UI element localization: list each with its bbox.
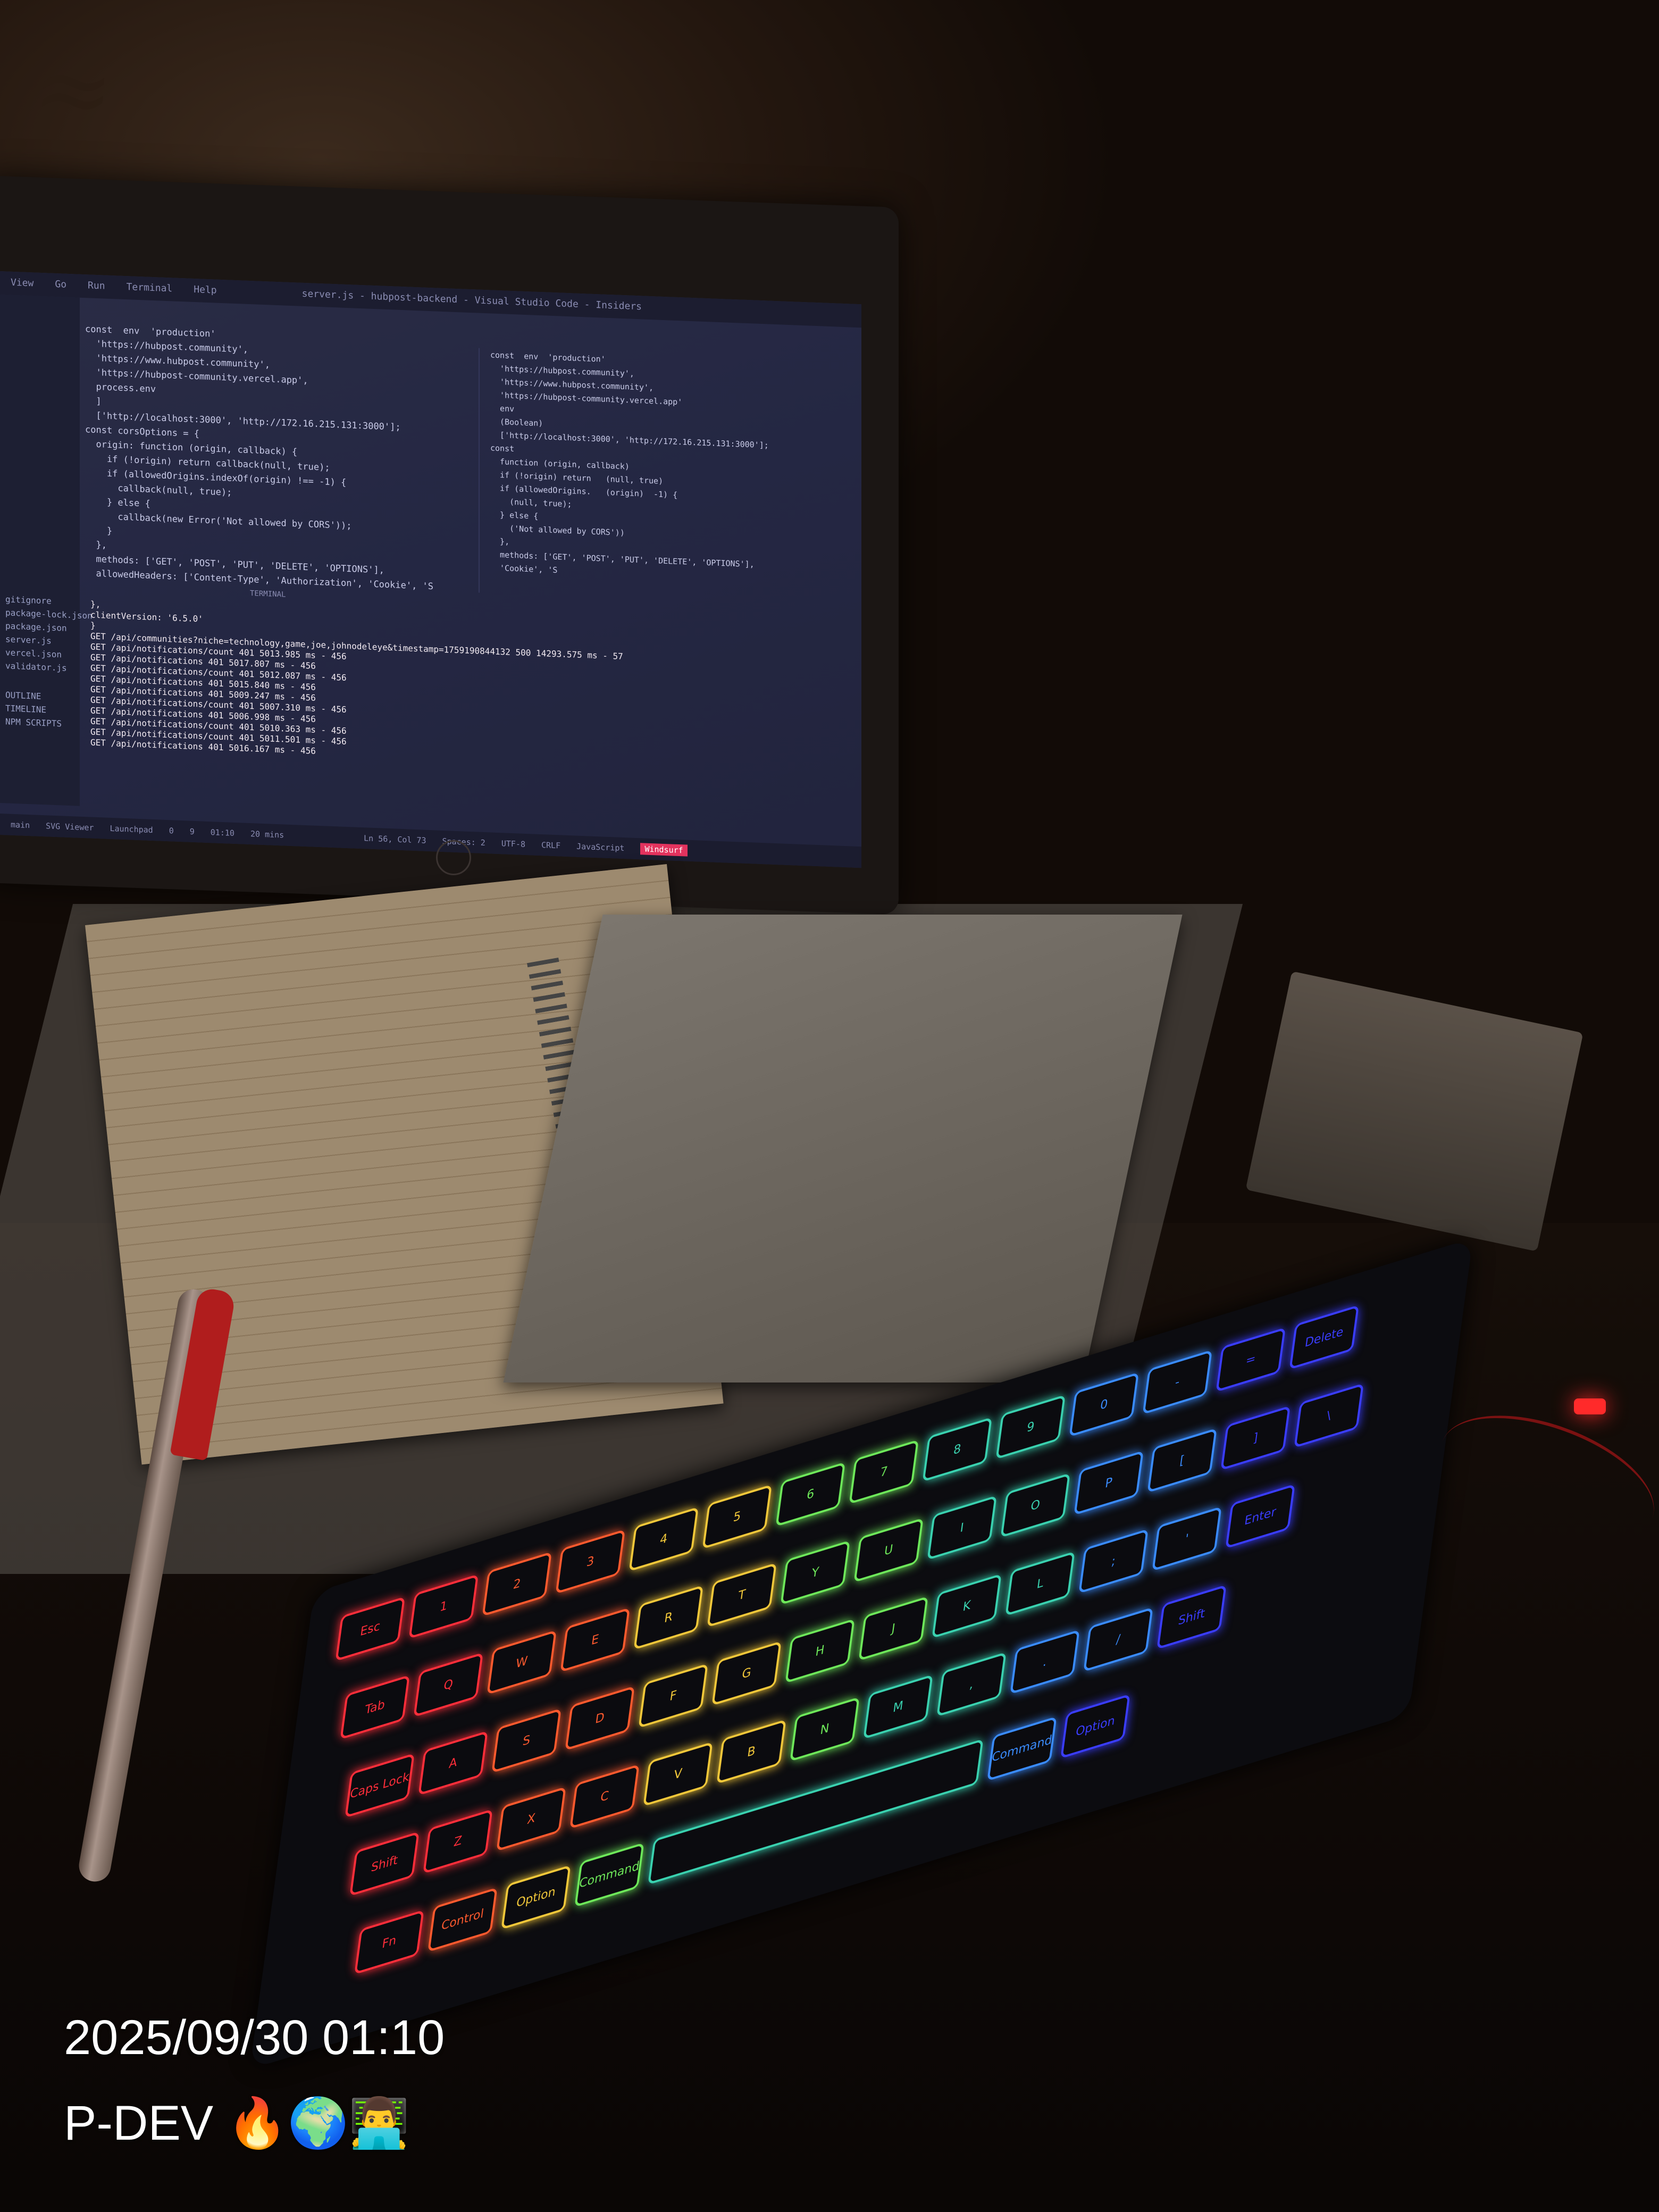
hp-logo xyxy=(436,840,471,875)
laptop-screen: View Go Run Terminal Help server.js - hu… xyxy=(0,271,861,868)
keyboard-key[interactable]: \ xyxy=(1294,1383,1364,1448)
keyboard-key[interactable]: / xyxy=(1083,1607,1153,1672)
keyboard-key[interactable]: 3 xyxy=(555,1529,626,1594)
keyboard-key[interactable]: Shift xyxy=(349,1831,420,1897)
keyboard-key[interactable]: D xyxy=(565,1686,635,1751)
keyboard-key[interactable]: 5 xyxy=(702,1484,773,1549)
keyboard-key[interactable]: O xyxy=(1000,1472,1070,1538)
editor-pane-right: const env 'production' 'https://hubpost.… xyxy=(479,348,836,607)
keyboard-key[interactable]: G xyxy=(711,1640,782,1706)
keyboard-key[interactable]: K xyxy=(932,1573,1002,1639)
keyboard-key[interactable]: 8 xyxy=(922,1417,993,1482)
keyboard-key[interactable]: I xyxy=(927,1495,997,1561)
menu-item[interactable]: Terminal xyxy=(127,281,173,296)
keyboard-key[interactable]: N xyxy=(790,1696,860,1762)
keyboard-key[interactable]: L xyxy=(1005,1551,1075,1616)
keyboard-key[interactable]: Command xyxy=(987,1716,1057,1781)
keyboard-key[interactable]: E xyxy=(560,1607,630,1673)
status-item[interactable]: 20 mins xyxy=(250,829,284,840)
status-item[interactable]: CRLF xyxy=(541,840,560,850)
keyboard-key[interactable]: S xyxy=(491,1708,562,1773)
status-item[interactable]: main xyxy=(11,820,30,830)
menu-item[interactable]: View xyxy=(11,277,33,291)
keyboard-key[interactable]: ' xyxy=(1152,1506,1222,1571)
keyboard-key[interactable]: B xyxy=(716,1719,786,1784)
terminal-label[interactable]: TERMINAL xyxy=(250,586,286,602)
keyboard-key[interactable]: J xyxy=(858,1596,928,1661)
keyboard-key[interactable]: R xyxy=(633,1585,703,1650)
keyboard-key[interactable]: A xyxy=(418,1730,488,1796)
keyboard-key[interactable]: 1 xyxy=(408,1574,479,1639)
keyboard-key[interactable]: Shift xyxy=(1157,1585,1227,1650)
notebook-blank-page xyxy=(503,915,1183,1382)
keyboard-key[interactable]: = xyxy=(1216,1327,1286,1393)
terminal-output: }, clientVersion: '6.5.0'} GET /api/commun… xyxy=(90,599,808,818)
photo-caption: P-DEV 🔥🌍👨‍💻 xyxy=(64,2096,410,2150)
keyboard-key[interactable]: Caps Lock xyxy=(345,1753,415,1819)
keyboard-key[interactable]: 6 xyxy=(775,1462,846,1527)
keyboard-key[interactable]: Fn xyxy=(354,1909,424,1975)
file-explorer: gitignore package-lock.json package.json se… xyxy=(0,295,93,806)
keyboard-key[interactable]: - xyxy=(1142,1350,1212,1415)
keyboard-key[interactable]: ; xyxy=(1078,1528,1149,1594)
keyboard-key[interactable]: Option xyxy=(1060,1694,1130,1759)
photo-timestamp: 2025/09/30 01:10 xyxy=(64,2010,445,2065)
keyboard-key[interactable]: 2 xyxy=(482,1551,552,1617)
status-item[interactable]: Ln 56, Col 73 xyxy=(364,833,426,845)
keyboard-key[interactable]: Esc xyxy=(335,1596,406,1662)
menu-item[interactable]: Run xyxy=(88,280,105,293)
keyboard-key[interactable]: , xyxy=(936,1652,1007,1717)
keyboard-key[interactable]: ] xyxy=(1220,1405,1291,1471)
keyboard-key[interactable]: P xyxy=(1074,1450,1144,1515)
photo-scene: ≈ View Go Run Terminal Help server.js - … xyxy=(0,0,1659,2212)
red-led xyxy=(1574,1398,1606,1414)
keyboard-key[interactable]: T xyxy=(707,1562,777,1628)
keyboard-key[interactable]: Control xyxy=(428,1887,498,1953)
keyboard-key[interactable]: . xyxy=(1010,1629,1080,1695)
keyboard-key[interactable]: Command xyxy=(574,1842,644,1908)
keyboard-key[interactable]: X xyxy=(496,1786,566,1851)
status-item[interactable]: UTF-8 xyxy=(501,839,525,849)
keyboard-key[interactable]: Enter xyxy=(1225,1484,1295,1549)
status-item[interactable]: 9 xyxy=(190,827,195,836)
keyboard-key[interactable]: Delete xyxy=(1289,1304,1359,1370)
keyboard-key[interactable]: 0 xyxy=(1069,1372,1139,1437)
status-item[interactable]: SVG Viewer xyxy=(46,821,94,832)
keyboard-key[interactable]: 7 xyxy=(849,1439,919,1505)
keyboard-key[interactable]: [ xyxy=(1147,1428,1217,1493)
status-item[interactable]: 0 xyxy=(169,826,174,835)
sidebar-section-label[interactable]: NPM SCRIPTS xyxy=(0,715,80,731)
keyboard-key[interactable]: Q xyxy=(413,1652,483,1717)
keyboard-key[interactable]: M xyxy=(863,1674,933,1740)
status-item[interactable]: JavaScript xyxy=(576,842,624,853)
keyboard-key[interactable]: U xyxy=(853,1518,924,1583)
keyboard-key[interactable]: W xyxy=(487,1630,557,1695)
file-item[interactable]: validator.js xyxy=(0,659,80,675)
keyboard-key[interactable]: C xyxy=(569,1764,640,1829)
keyboard-key[interactable]: 9 xyxy=(995,1394,1066,1460)
status-item[interactable]: 01:10 xyxy=(211,827,234,838)
status-item[interactable]: Launchpad xyxy=(110,824,153,835)
keyboard-key[interactable]: Option xyxy=(501,1865,571,1930)
keyboard-key[interactable]: Tab xyxy=(340,1674,410,1740)
keyboard-key[interactable]: 4 xyxy=(629,1506,699,1572)
keyboard-key[interactable]: F xyxy=(638,1663,708,1729)
editor-pane-left: const env 'production' 'https://hubpost.… xyxy=(85,322,457,592)
keyboard-key[interactable]: H xyxy=(785,1618,855,1683)
keyboard-key[interactable]: Y xyxy=(780,1540,850,1605)
keyboard-key[interactable]: V xyxy=(643,1741,713,1807)
keyboard-key[interactable]: Z xyxy=(423,1808,493,1874)
status-item[interactable]: Windsurf xyxy=(640,843,688,857)
menu-item[interactable]: Go xyxy=(55,279,66,292)
menu-item[interactable]: Help xyxy=(194,284,216,298)
